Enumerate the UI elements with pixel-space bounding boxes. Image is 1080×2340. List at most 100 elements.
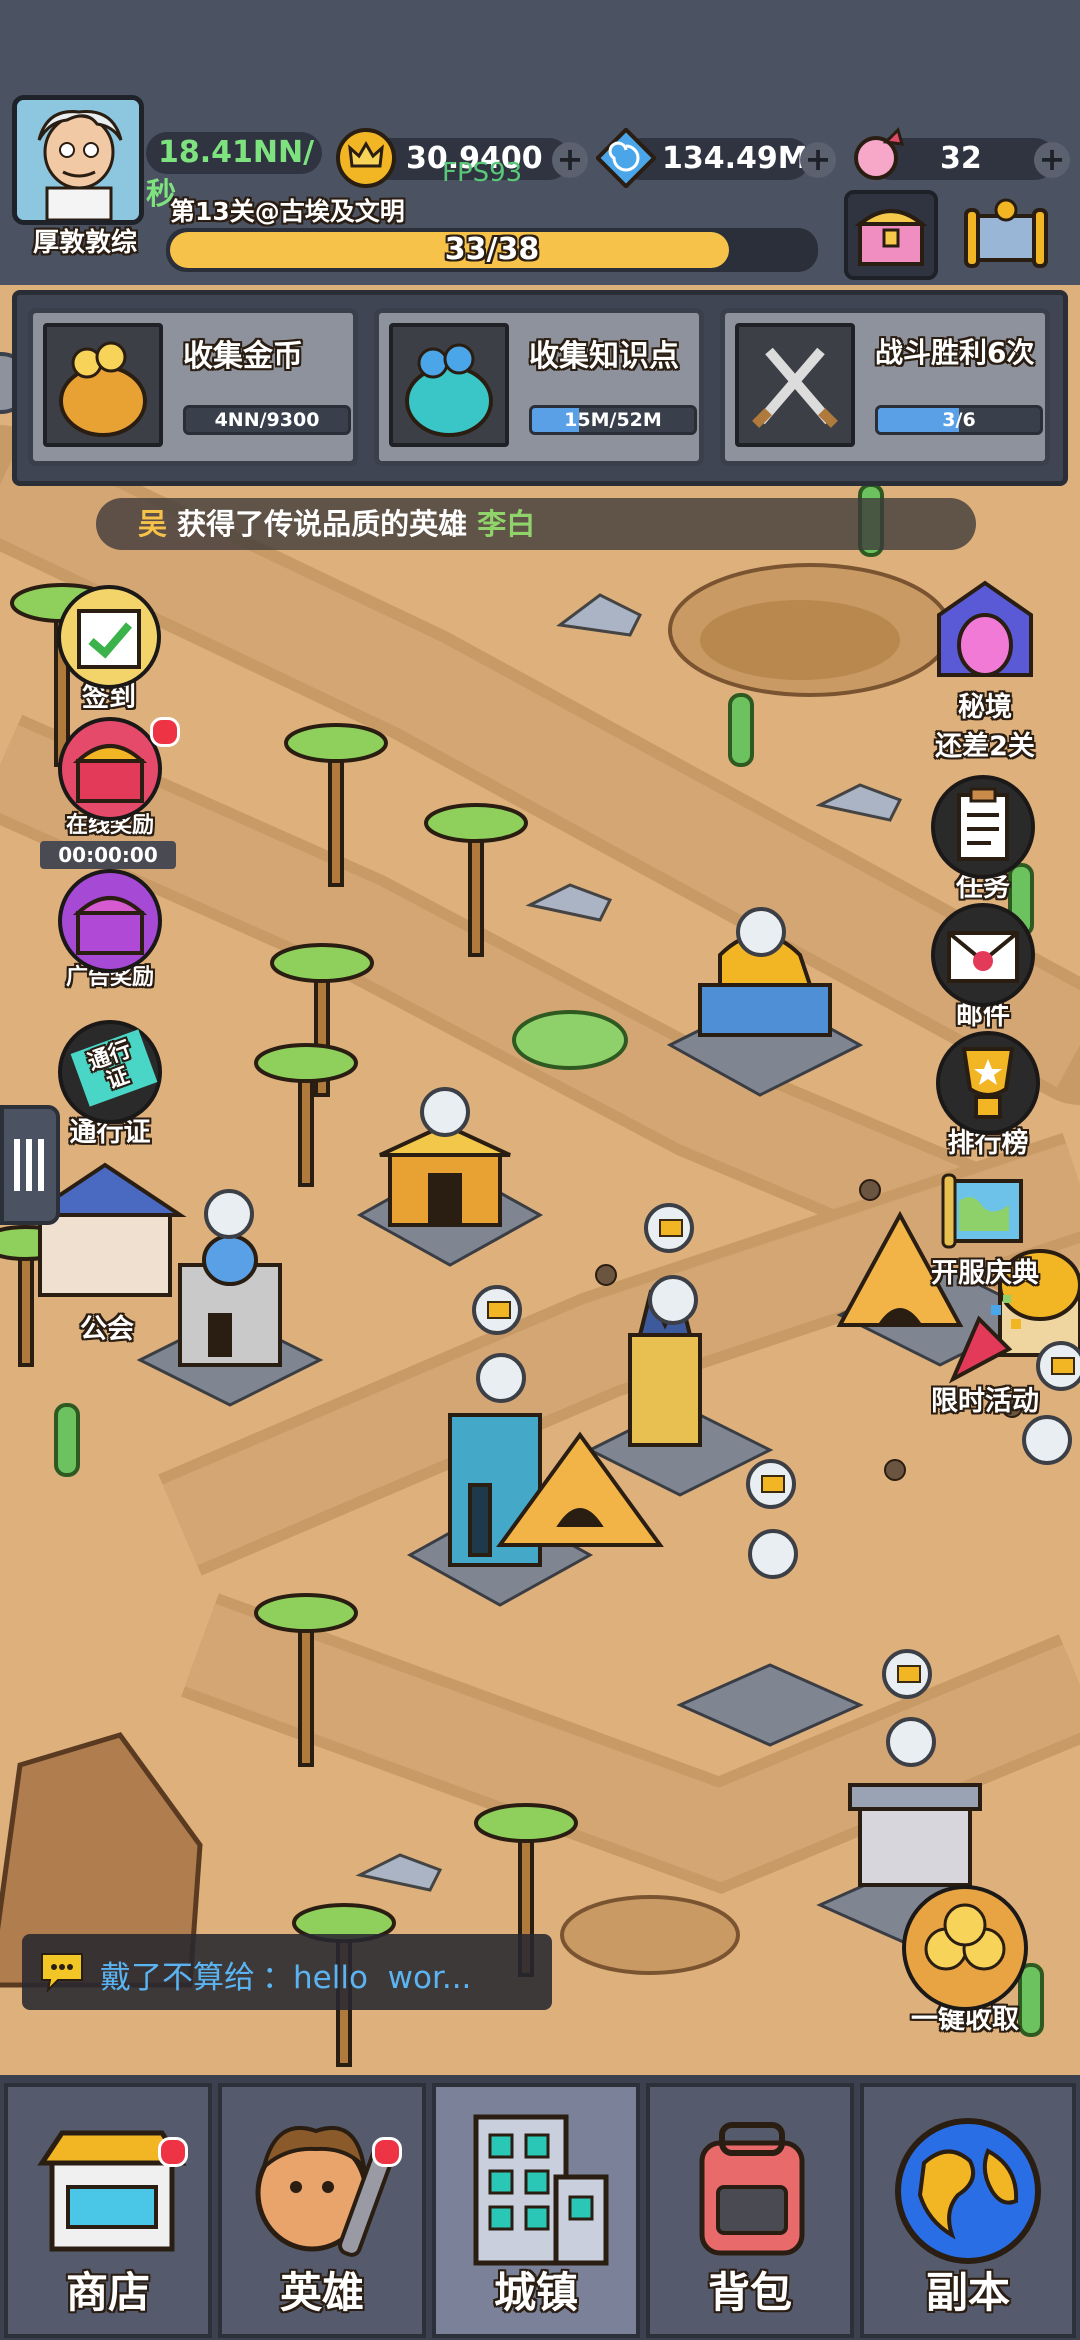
ranking-button[interactable]: 排行榜 <box>928 1031 1048 1160</box>
top-bar: 厚敦敦综 18.41NN/秒 30.9400 + FPS93 134.49M +… <box>0 0 1080 280</box>
guild-button[interactable]: 公会 <box>52 1215 162 1346</box>
mail-button[interactable]: 邮件 <box>928 903 1038 1032</box>
bottom-navigation: 商店 英雄 城镇 背包 副本 <box>0 2075 1080 2340</box>
online-reward-timer: 00:00:00 <box>40 841 176 869</box>
quest-progress-bar: 4NN/9300 <box>183 405 351 435</box>
quest-card-gold[interactable]: 收集金币 4NN/9300 <box>28 308 358 466</box>
town-map[interactable]: 签到 在线奖励 00:00:00 广告奖励 通行证 通行证 公会 秘境 还差2关 <box>0 285 1080 2075</box>
signin-button[interactable]: 签到 <box>54 585 164 714</box>
hero-avatar-bubble[interactable] <box>748 1529 798 1579</box>
chat-sender: 戴了不算给 <box>100 1960 255 1996</box>
coin-ready-bubble[interactable] <box>882 1649 932 1699</box>
limited-event-button[interactable]: 限时活动 <box>910 1289 1060 1418</box>
celebration-button[interactable]: 开服庆典 <box>910 1161 1060 1290</box>
announcement-user: 吴 <box>138 507 168 541</box>
backpack-icon <box>682 2117 822 2257</box>
nav-dungeon[interactable]: 副本 <box>860 2083 1076 2338</box>
celebration-label: 开服庆典 <box>931 1258 1039 1289</box>
pass-ticket-text: 通行证 <box>70 1029 158 1107</box>
stage-progress-bar: 33/38 <box>166 228 818 272</box>
stage-label: 第13关@古埃及文明 <box>170 197 405 226</box>
map-scroll-button[interactable] <box>956 190 1056 280</box>
envelope-icon <box>931 903 1035 1007</box>
quest-title: 战斗胜利6次 <box>875 336 1035 369</box>
portal-icon <box>925 575 1045 685</box>
gift-chest-icon <box>58 717 162 821</box>
hero-avatar-bubble[interactable] <box>420 1087 470 1137</box>
nav-shop-label: 商店 <box>65 2268 150 2317</box>
candy-icon <box>846 122 910 186</box>
pass-button[interactable]: 通行证 通行证 <box>52 1020 168 1149</box>
tasks-button[interactable]: 任务 <box>928 775 1038 904</box>
nav-heroes-label: 英雄 <box>279 2268 364 2317</box>
limited-event-label: 限时活动 <box>931 1386 1039 1417</box>
gold-sack-icon <box>43 323 163 447</box>
hero-avatar-bubble[interactable] <box>886 1717 936 1767</box>
player-name: 厚敦敦综 <box>32 228 137 258</box>
nav-backpack[interactable]: 背包 <box>646 2083 854 2338</box>
caveman-hero-icon <box>236 2107 406 2267</box>
crown-coins-icon <box>902 1885 1028 2011</box>
city-building-icon <box>460 2107 620 2267</box>
notification-dot <box>150 717 180 747</box>
quest-progress-text: 15M/52M <box>564 409 662 431</box>
nav-dungeon-label: 副本 <box>925 2268 1010 2317</box>
announcement-text: 获得了传说品质的英雄 <box>177 507 468 541</box>
hero-avatar-bubble[interactable] <box>648 1275 698 1325</box>
chat-bubble-icon <box>38 1950 86 1994</box>
coin-ready-bubble[interactable] <box>746 1459 796 1509</box>
ad-chest-icon <box>58 869 162 973</box>
chat-bar[interactable]: 戴了不算给 ：hello wor... <box>22 1934 552 2010</box>
crown-icon <box>336 128 396 188</box>
quest-title: 收集金币 <box>183 339 303 374</box>
secret-realm-button[interactable]: 秘境 还差2关 <box>910 575 1060 763</box>
coin-ready-bubble[interactable] <box>644 1203 694 1253</box>
quest-progress-text: 3/6 <box>942 409 976 431</box>
treasure-chest-button[interactable] <box>844 190 938 280</box>
knowledge-swirl-icon <box>594 126 658 190</box>
knowledge-add-button[interactable]: + <box>800 142 836 178</box>
quest-card-knowledge[interactable]: 收集知识点 15M/52M <box>374 308 704 466</box>
notification-dot <box>158 2137 188 2167</box>
crossed-swords-icon <box>735 323 855 447</box>
nav-shop[interactable]: 商店 <box>4 2083 212 2338</box>
notification-dot <box>372 2137 402 2167</box>
candy-add-button[interactable]: + <box>1034 142 1070 178</box>
nav-backpack-label: 背包 <box>707 2268 792 2317</box>
player-avatar[interactable] <box>12 95 144 225</box>
ad-reward-button[interactable]: 广告奖励 <box>50 869 170 991</box>
calendar-check-icon <box>57 585 161 689</box>
trophy-icon <box>936 1031 1040 1135</box>
coin-ready-bubble[interactable] <box>472 1285 522 1335</box>
quest-progress-text: 4NN/9300 <box>214 409 320 431</box>
quest-card-battle[interactable]: 战斗胜利6次 3/6 <box>720 308 1050 466</box>
stage-progress-text: 33/38 <box>444 232 540 267</box>
income-display: 18.41NN/秒 <box>146 132 322 212</box>
announcement-hero: 李白 <box>477 507 536 541</box>
world-map-icon <box>933 1161 1037 1265</box>
globe-icon <box>888 2111 1048 2271</box>
chat-message: ：hello wor... <box>262 1960 472 1996</box>
nav-town-label: 城镇 <box>493 2268 578 2317</box>
pass-ticket-icon: 通行证 <box>58 1020 162 1124</box>
candy-value: 32 <box>940 141 982 176</box>
knowledge-sack-icon <box>389 323 509 447</box>
clipboard-icon <box>931 775 1035 879</box>
online-reward-button[interactable]: 在线奖励 <box>50 717 180 839</box>
fps-counter: FPS93 <box>442 158 523 188</box>
hero-avatar-bubble[interactable] <box>1022 1415 1072 1465</box>
side-drawer-handle[interactable] <box>0 1105 60 1225</box>
knowledge-value: 134.49M <box>662 141 808 176</box>
secret-realm-label: 秘境 <box>958 692 1012 723</box>
hero-avatar-bubble[interactable] <box>736 907 786 957</box>
party-popper-icon <box>933 1289 1037 1393</box>
quest-title: 收集知识点 <box>529 339 679 374</box>
hero-avatar-bubble[interactable] <box>204 1189 254 1239</box>
gold-add-button[interactable]: + <box>552 142 588 178</box>
quest-progress-bar: 15M/52M <box>529 405 697 435</box>
nav-town[interactable]: 城镇 <box>432 2083 640 2338</box>
guild-label: 公会 <box>80 1314 134 1345</box>
nav-heroes[interactable]: 英雄 <box>218 2083 426 2338</box>
hero-avatar-bubble[interactable] <box>476 1353 526 1403</box>
collect-all-button[interactable]: 一键收取 <box>890 1885 1040 2036</box>
